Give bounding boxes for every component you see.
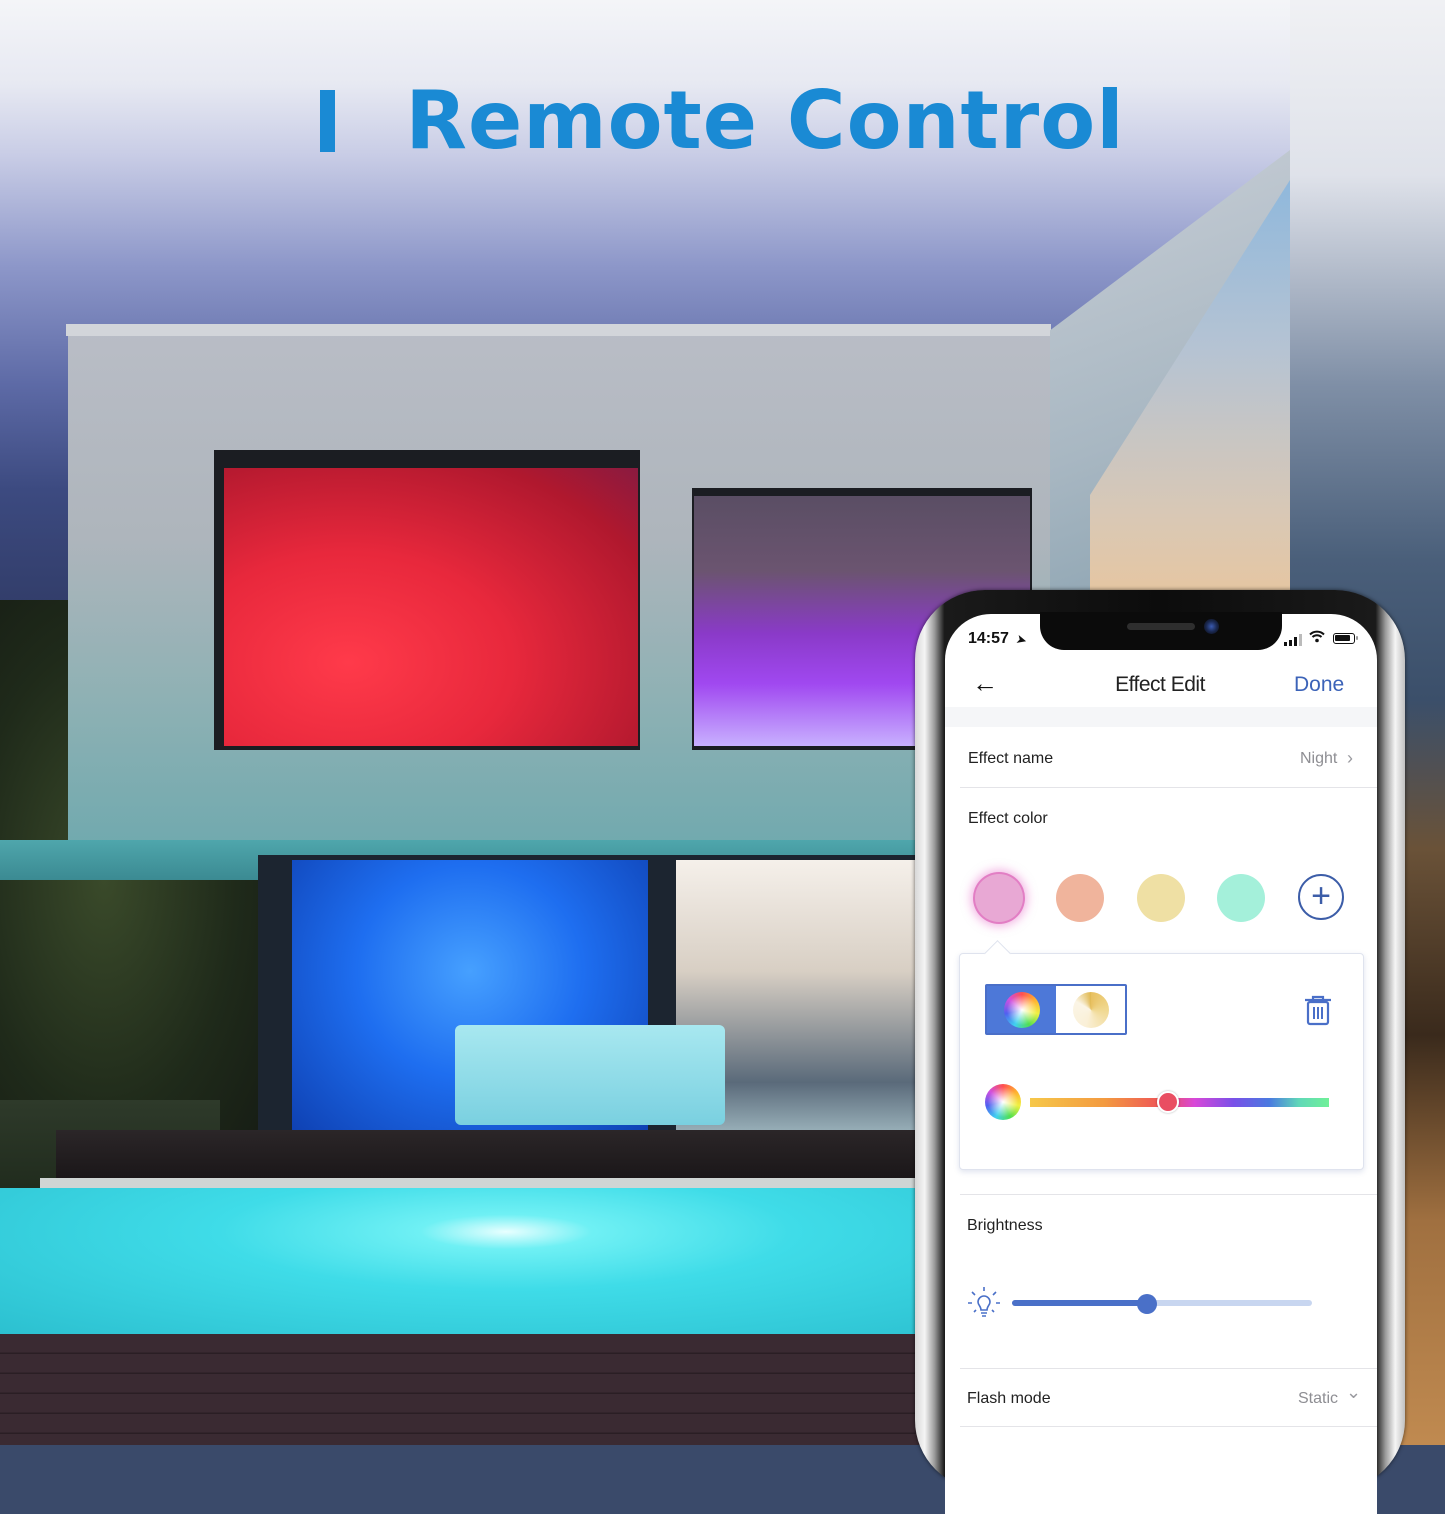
chevron-down-icon: ⌄ — [1346, 1382, 1362, 1402]
brightness-slider-thumb[interactable] — [1137, 1294, 1157, 1314]
battery-icon — [1333, 633, 1358, 644]
color-wheel-mode-button[interactable] — [987, 986, 1056, 1033]
lit-pool — [0, 1188, 920, 1334]
divider — [960, 1426, 1377, 1427]
roof-edge — [66, 324, 1051, 336]
light-bulb-icon — [966, 1285, 1002, 1321]
add-color-button[interactable]: + — [1298, 874, 1344, 920]
divider — [960, 1194, 1377, 1195]
brightness-label: Brightness — [967, 1217, 1043, 1234]
color-mode-toggle — [985, 984, 1127, 1035]
sofa — [455, 1025, 725, 1125]
wifi-icon — [1309, 630, 1325, 646]
headline-title: Remote Control — [405, 74, 1125, 167]
color-swatch-pink[interactable] — [975, 874, 1023, 922]
effect-name-label: Effect name — [968, 750, 1054, 767]
white-temperature-mode-button[interactable] — [1056, 986, 1125, 1033]
deck — [56, 1130, 920, 1180]
effect-name-value: Night — [1300, 750, 1338, 767]
warm-white-wheel-icon — [1072, 991, 1109, 1028]
color-swatch-yellow[interactable] — [1137, 874, 1185, 922]
phone-notch — [1040, 612, 1282, 650]
flash-mode-label: Flash mode — [967, 1390, 1051, 1407]
color-swatch-mint[interactable] — [1217, 874, 1265, 922]
page-title: Effect Edit — [1115, 673, 1205, 696]
color-wheel-icon — [1003, 991, 1040, 1028]
hue-wheel-icon — [985, 1084, 1021, 1120]
nav-separator — [945, 707, 1377, 727]
signal-bars-icon — [1284, 634, 1302, 646]
trash-icon[interactable] — [1303, 994, 1333, 1026]
back-arrow-icon[interactable]: ← — [972, 670, 998, 696]
front-camera — [1204, 619, 1219, 634]
wood-floor — [0, 1334, 920, 1445]
done-button[interactable]: Done — [1294, 673, 1344, 697]
status-time: 14:57 — [968, 630, 1009, 647]
headline: Remote Control — [0, 74, 1445, 167]
chevron-right-icon: › — [1347, 748, 1353, 768]
brightness-slider-fill — [1012, 1300, 1147, 1306]
divider — [960, 1368, 1377, 1369]
speaker-grille — [1127, 623, 1195, 630]
hue-slider-thumb[interactable] — [1156, 1091, 1179, 1113]
red-lit-window — [214, 450, 640, 750]
headline-accent-bar — [320, 89, 336, 152]
brightness-slider-track[interactable] — [1012, 1300, 1312, 1306]
divider — [960, 787, 1377, 788]
effect-color-label: Effect color — [968, 810, 1048, 827]
color-swatch-salmon[interactable] — [1056, 874, 1104, 922]
hue-slider-track[interactable] — [1030, 1098, 1329, 1107]
flash-mode-value: Static — [1298, 1390, 1339, 1407]
